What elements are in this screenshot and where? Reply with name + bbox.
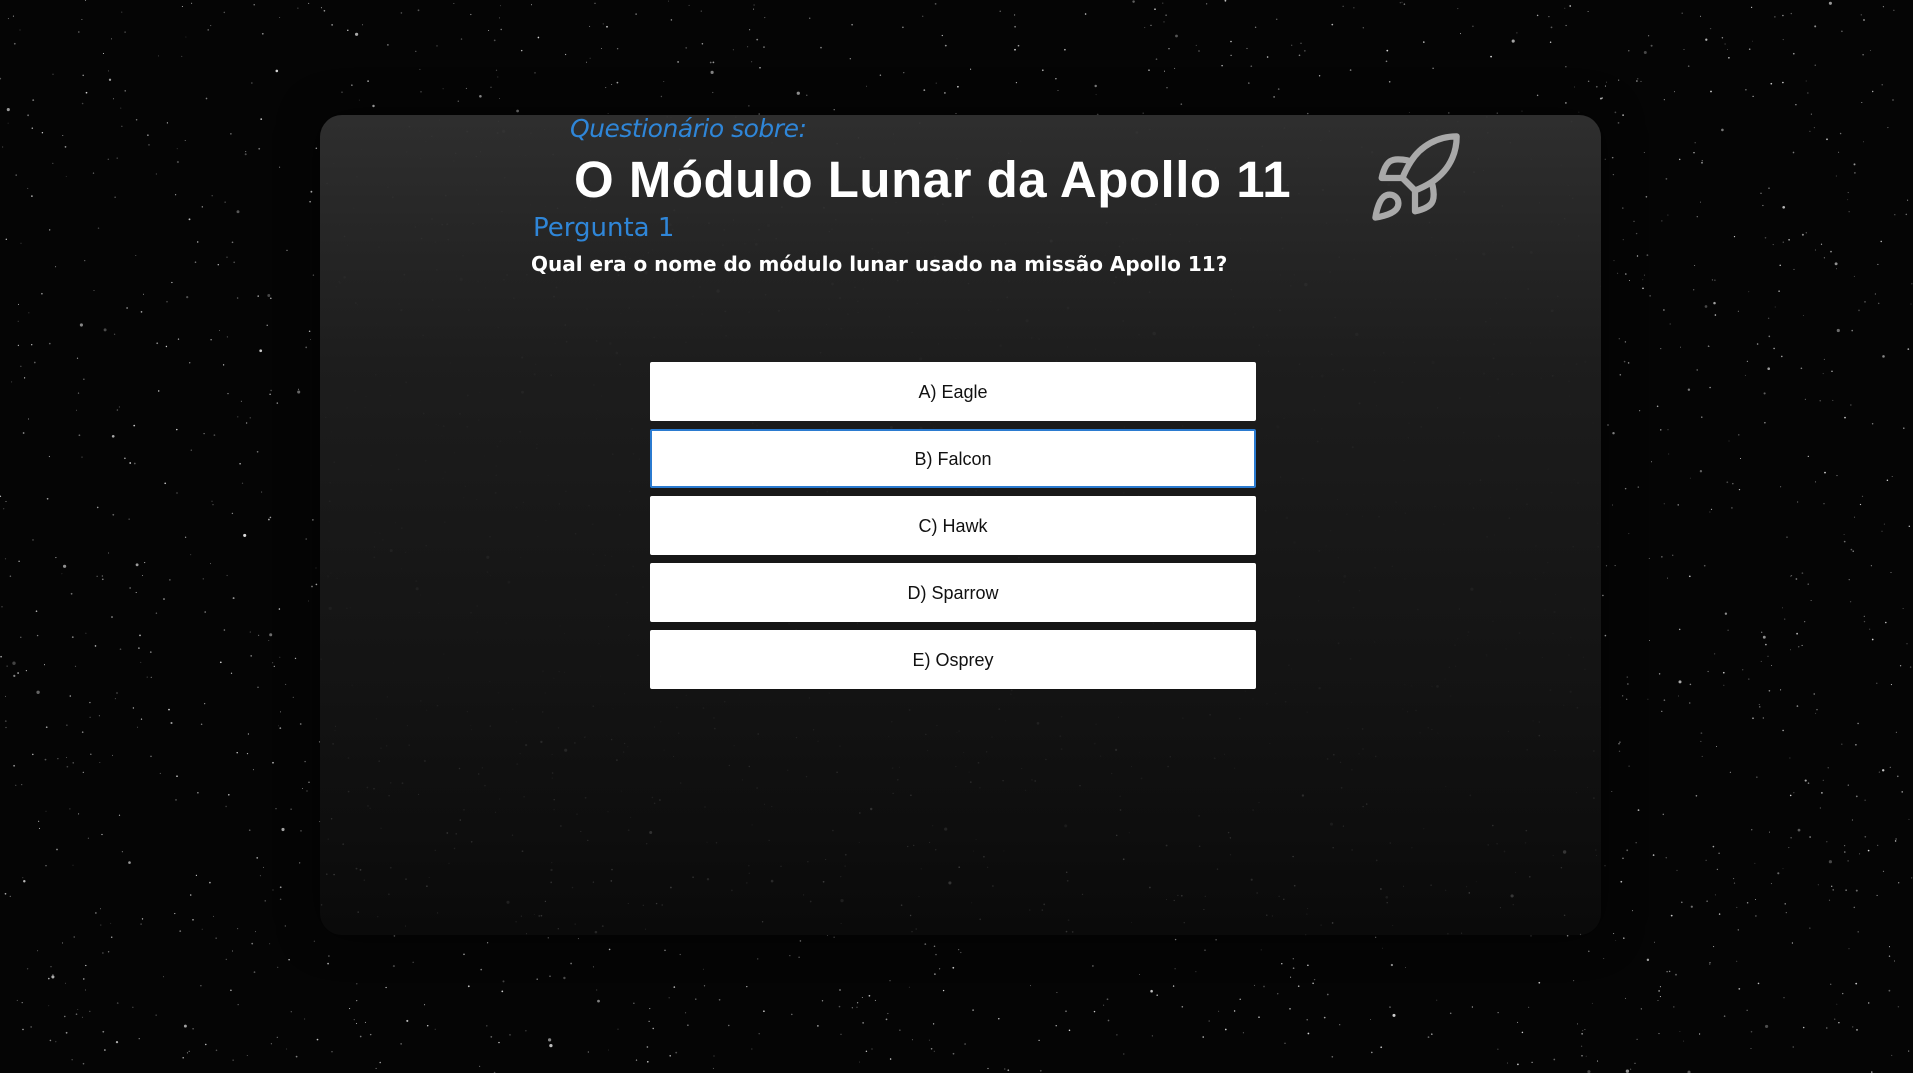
answer-options: A) Eagle B) Falcon C) Hawk D) Sparrow E)…	[650, 362, 1256, 697]
answer-option-d[interactable]: D) Sparrow	[650, 563, 1256, 622]
quiz-title: O Módulo Lunar da Apollo 11	[574, 151, 1292, 208]
answer-option-b[interactable]: B) Falcon	[650, 429, 1256, 488]
page-background: Questionário sobre: O Módulo Lunar da Ap…	[0, 0, 1913, 1073]
question-text: Qual era o nome do módulo lunar usado na…	[531, 252, 1228, 276]
answer-option-c[interactable]: C) Hawk	[650, 496, 1256, 555]
answer-option-e[interactable]: E) Osprey	[650, 630, 1256, 689]
rocket-icon	[1372, 133, 1460, 221]
quiz-subtitle: Questionário sobre:	[570, 114, 807, 143]
answer-option-a[interactable]: A) Eagle	[650, 362, 1256, 421]
question-number: Pergunta 1	[533, 213, 675, 243]
